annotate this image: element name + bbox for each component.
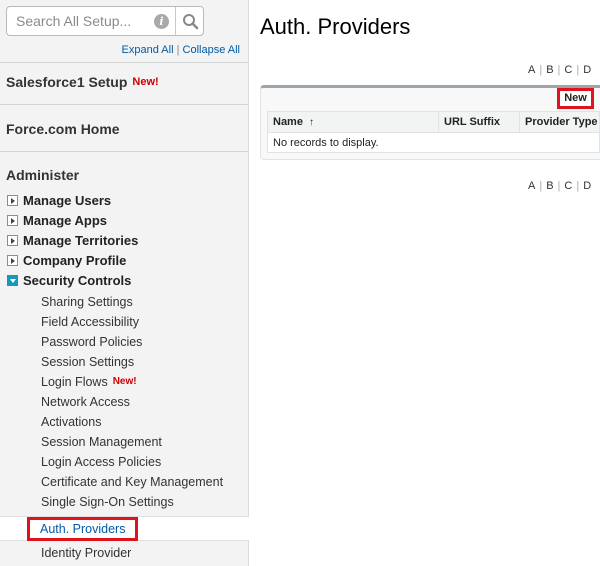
expand-all-link[interactable]: Expand All — [122, 44, 174, 56]
alpha-filter-b[interactable]: B — [546, 64, 553, 76]
sub-item-label[interactable]: Login Flows — [41, 375, 108, 389]
sub-item-session-management[interactable]: Session Management — [41, 432, 162, 452]
page-title: Auth. Providers — [260, 14, 411, 39]
salesforce1-setup-section[interactable]: Salesforce1 Setup New! — [0, 62, 249, 104]
alpha-filter-c[interactable]: C — [564, 180, 572, 192]
tree-item-label[interactable]: Company Profile — [23, 253, 126, 268]
tree-item-label[interactable]: Manage Users — [23, 193, 111, 208]
new-badge: New! — [132, 76, 159, 88]
sub-item-single-sign-on-settings[interactable]: Single Sign-On Settings — [41, 492, 174, 512]
alpha-filter-a[interactable]: A — [528, 180, 535, 192]
search-input[interactable] — [7, 7, 175, 35]
expand-collapse-links: Expand All | Collapse All — [0, 44, 240, 56]
alpha-filter-c[interactable]: C — [564, 64, 572, 76]
administer-heading: Administer — [6, 167, 80, 183]
sub-item-login-flows[interactable]: Login Flows New! — [41, 372, 137, 392]
sort-ascending-icon: ↑ — [308, 117, 314, 128]
sub-item-field-accessibility[interactable]: Field Accessibility — [41, 312, 139, 332]
collapse-all-link[interactable]: Collapse All — [183, 44, 240, 56]
alpha-filter-a[interactable]: A — [528, 64, 535, 76]
salesforce1-setup-label[interactable]: Salesforce1 Setup — [6, 74, 127, 90]
search-button[interactable] — [175, 7, 204, 35]
sub-item-sharing-settings[interactable]: Sharing Settings — [41, 292, 133, 312]
alpha-filter-d[interactable]: D — [583, 64, 591, 76]
tree-item-manage-users[interactable]: Manage Users — [7, 191, 111, 211]
search-box: i — [6, 6, 204, 36]
info-icon[interactable]: i — [154, 14, 169, 29]
expand-triangle-icon[interactable] — [7, 195, 18, 206]
auth-providers-table: Name ↑ URL Suffix Provider Type No record… — [267, 111, 600, 153]
magnifier-icon — [183, 14, 199, 30]
empty-message: No records to display. — [267, 132, 600, 153]
expand-triangle-icon[interactable] — [7, 215, 18, 226]
column-header-name[interactable]: Name ↑ — [267, 111, 439, 133]
expand-triangle-icon[interactable] — [7, 255, 18, 266]
force-home-label[interactable]: Force.com Home — [6, 121, 120, 137]
table-header-row: Name ↑ URL Suffix Provider Type — [267, 111, 600, 133]
table-row: No records to display. — [267, 132, 600, 153]
alpha-filter-b[interactable]: B — [546, 180, 553, 192]
sub-item-identity-provider[interactable]: Identity Provider — [41, 543, 131, 563]
sub-item-network-access[interactable]: Network Access — [41, 392, 130, 412]
tree-item-label[interactable]: Manage Apps — [23, 213, 107, 228]
setup-sidebar: i Expand All | Collapse All Salesforce1 … — [0, 0, 249, 566]
tree-item-manage-apps[interactable]: Manage Apps — [7, 211, 107, 231]
sub-item-auth-providers[interactable]: Auth. Providers — [27, 517, 138, 541]
alpha-filter-d[interactable]: D — [583, 180, 591, 192]
column-header-url-suffix[interactable]: URL Suffix — [438, 111, 520, 133]
collapse-triangle-icon[interactable] — [7, 275, 18, 286]
expand-triangle-icon[interactable] — [7, 235, 18, 246]
sub-item-password-policies[interactable]: Password Policies — [41, 332, 142, 352]
link-separator: | — [176, 44, 180, 56]
alpha-filter-bottom: A | B | C | D — [528, 180, 592, 192]
tree-item-security-controls[interactable]: Security Controls — [7, 271, 131, 291]
tree-item-manage-territories[interactable]: Manage Territories — [7, 231, 138, 251]
new-badge: New! — [112, 376, 137, 387]
sub-item-session-settings[interactable]: Session Settings — [41, 352, 134, 372]
new-button[interactable]: New — [557, 88, 594, 109]
force-home-section[interactable]: Force.com Home — [0, 104, 249, 151]
alpha-filter-top: A | B | C | D — [528, 64, 592, 76]
tree-item-company-profile[interactable]: Company Profile — [7, 251, 126, 271]
tree-item-label[interactable]: Manage Territories — [23, 233, 138, 248]
sub-item-certificate-key-management[interactable]: Certificate and Key Management — [41, 472, 223, 492]
column-header-provider-type[interactable]: Provider Type — [519, 111, 600, 133]
sub-item-login-access-policies[interactable]: Login Access Policies — [41, 452, 161, 472]
tree-item-label[interactable]: Security Controls — [23, 273, 131, 288]
sub-item-activations[interactable]: Activations — [41, 412, 101, 432]
